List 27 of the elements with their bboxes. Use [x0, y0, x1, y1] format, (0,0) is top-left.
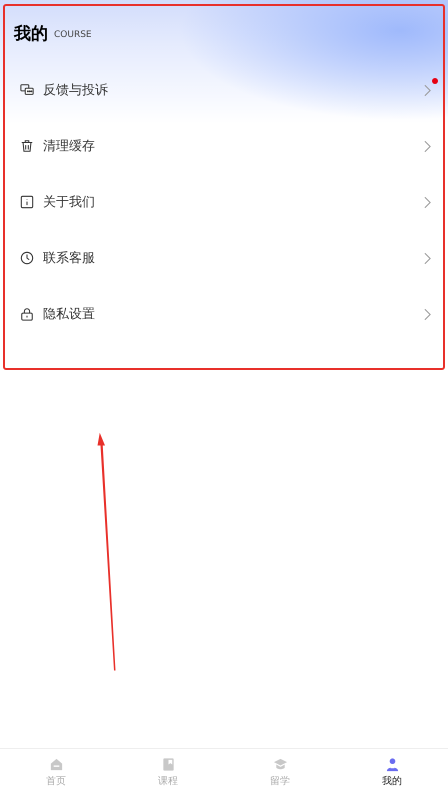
chevron-right-icon [424, 84, 431, 96]
graduation-cap-icon [272, 756, 288, 772]
book-icon [160, 756, 176, 772]
chat-icon [20, 83, 34, 97]
menu-item[interactable]: 隐私设置 [3, 286, 445, 342]
menu-label: 隐私设置 [43, 306, 96, 323]
chevron-right-icon [424, 140, 431, 152]
info-icon [20, 195, 34, 209]
menu-item[interactable]: 关于我们 [3, 174, 445, 230]
home-icon [48, 756, 64, 772]
menu-item[interactable]: 清理缓存 [3, 118, 445, 174]
menu-label: 清理缓存 [43, 138, 96, 155]
chevron-right-icon [424, 196, 431, 208]
tab[interactable]: 我的 [336, 749, 448, 795]
menu-label: 关于我们 [43, 194, 96, 211]
trash-icon [20, 139, 34, 153]
menu-item[interactable]: 反馈与投诉 [3, 62, 445, 118]
user-icon [384, 756, 400, 772]
chevron-right-icon [424, 308, 431, 320]
page-title: 我的 [14, 22, 48, 44]
menu-label: 联系客服 [43, 250, 96, 267]
page-subtitle: COURSE [54, 30, 92, 40]
clock-icon [20, 251, 34, 265]
menu-label: 反馈与投诉 [43, 82, 109, 99]
lock-icon [20, 307, 34, 321]
menu-item[interactable]: 联系客服 [3, 230, 445, 286]
chevron-right-icon [424, 252, 431, 264]
